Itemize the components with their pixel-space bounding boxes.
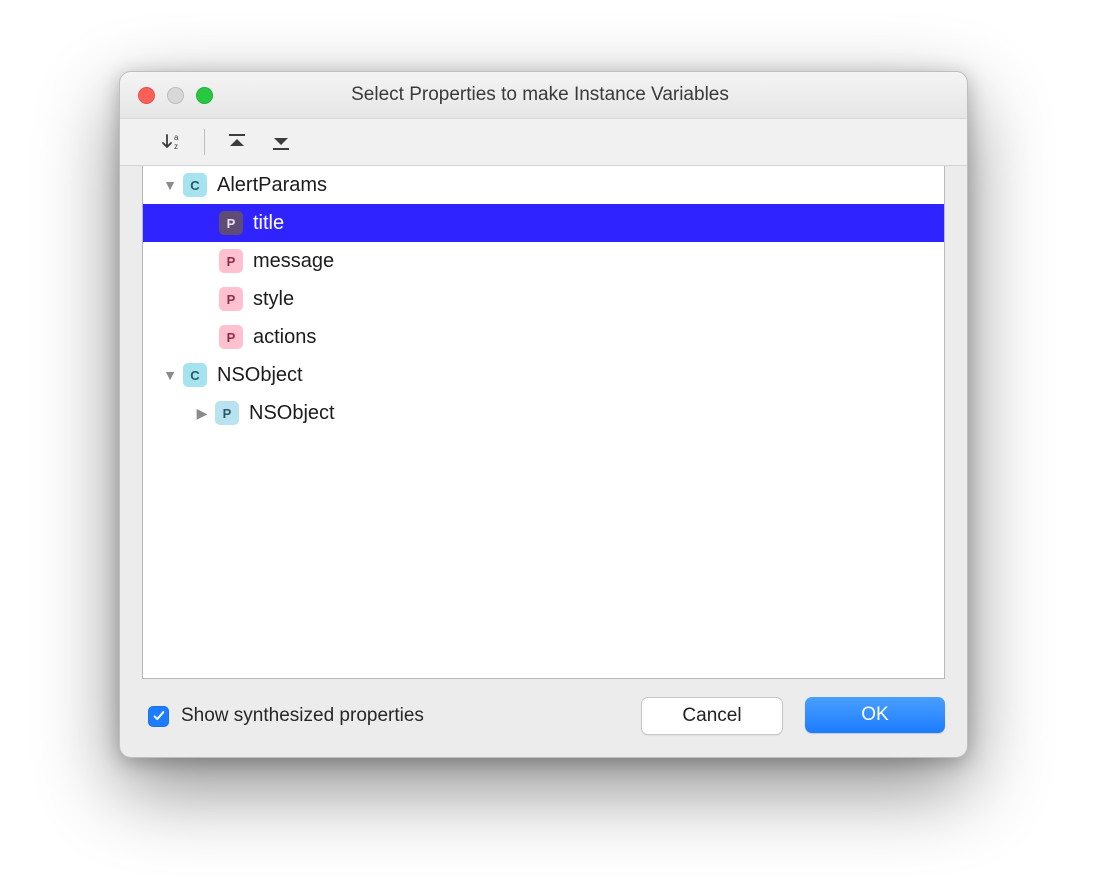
tree-node-label: actions [253, 326, 316, 349]
toolbar-separator [204, 129, 205, 155]
property-badge-icon: P [219, 249, 243, 273]
property-tree[interactable]: ▼ C AlertParams P title P message P styl… [142, 166, 945, 679]
svg-text:z: z [174, 142, 178, 151]
collapse-all-icon [270, 132, 292, 152]
tree-node-property[interactable]: P actions [143, 318, 944, 356]
cancel-button[interactable]: Cancel [641, 697, 783, 735]
window-title: Select Properties to make Instance Varia… [213, 84, 967, 106]
class-badge-icon: C [183, 173, 207, 197]
sort-az-icon: a z [161, 132, 183, 152]
expand-all-icon [226, 132, 248, 152]
tree-node-property[interactable]: P message [143, 242, 944, 280]
property-badge-icon: P [219, 325, 243, 349]
show-synthesized-checkbox[interactable]: Show synthesized properties [148, 705, 424, 727]
chevron-down-icon[interactable]: ▼ [161, 367, 179, 383]
close-icon[interactable] [138, 87, 155, 104]
traffic-lights [120, 87, 213, 104]
property-badge-icon: P [219, 211, 243, 235]
minimize-icon [167, 87, 184, 104]
property-badge-icon: P [219, 287, 243, 311]
class-badge-icon: C [183, 363, 207, 387]
chevron-down-icon[interactable]: ▼ [161, 177, 179, 193]
collapse-all-button[interactable] [263, 127, 299, 157]
checkbox-checked-icon [148, 706, 169, 727]
tree-node-class[interactable]: ▼ C AlertParams [143, 166, 944, 204]
tree-node-property[interactable]: P title [143, 204, 944, 242]
tree-node-class[interactable]: ▼ C NSObject [143, 356, 944, 394]
toolbar: a z [120, 119, 967, 166]
tree-node-property[interactable]: P style [143, 280, 944, 318]
tree-node-label: style [253, 288, 294, 311]
titlebar: Select Properties to make Instance Varia… [120, 72, 967, 119]
chevron-right-icon[interactable]: ▶ [193, 405, 211, 422]
sort-button[interactable]: a z [154, 127, 190, 157]
zoom-icon[interactable] [196, 87, 213, 104]
tree-node-label: title [253, 212, 284, 235]
tree-node-protocol[interactable]: ▶ P NSObject [143, 394, 944, 432]
checkbox-label: Show synthesized properties [181, 705, 424, 727]
tree-node-label: message [253, 250, 334, 273]
dialog-window: Select Properties to make Instance Varia… [119, 71, 968, 758]
protocol-badge-icon: P [215, 401, 239, 425]
tree-node-label: AlertParams [217, 174, 327, 197]
tree-node-label: NSObject [217, 364, 303, 387]
svg-text:a: a [174, 133, 179, 142]
ok-button[interactable]: OK [805, 697, 945, 733]
dialog-footer: Show synthesized properties Cancel OK [120, 679, 967, 757]
tree-node-label: NSObject [249, 402, 335, 425]
expand-all-button[interactable] [219, 127, 255, 157]
